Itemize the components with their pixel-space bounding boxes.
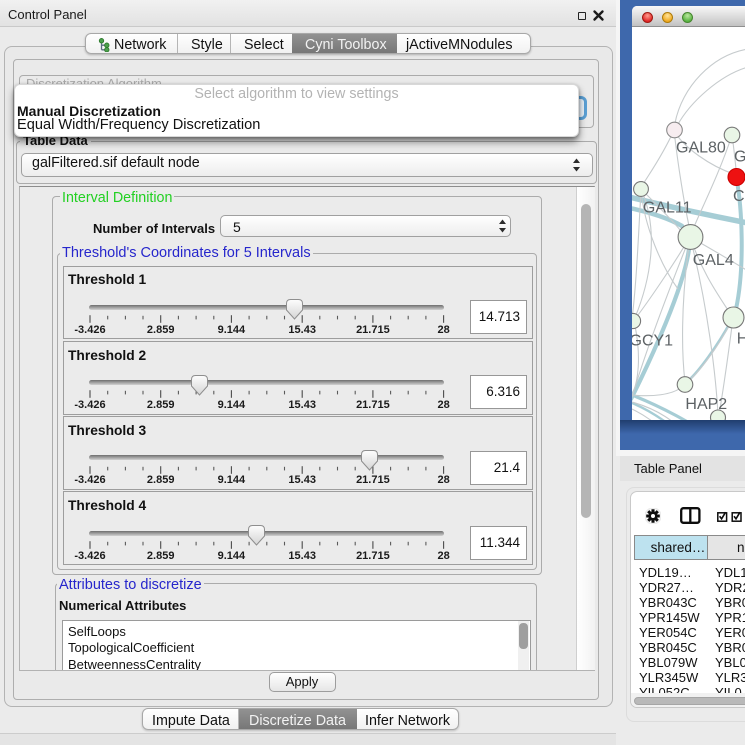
svg-text:G.: G. <box>734 148 745 165</box>
svg-text:GAL11: GAL11 <box>643 199 692 216</box>
svg-text:H: H <box>737 331 745 348</box>
svg-text:C: C <box>733 188 745 205</box>
svg-text:GAL80: GAL80 <box>676 139 726 156</box>
svg-text:GCY1: GCY1 <box>632 333 673 350</box>
svg-text:GAL4: GAL4 <box>693 252 734 269</box>
svg-text:HAP2: HAP2 <box>685 396 727 413</box>
